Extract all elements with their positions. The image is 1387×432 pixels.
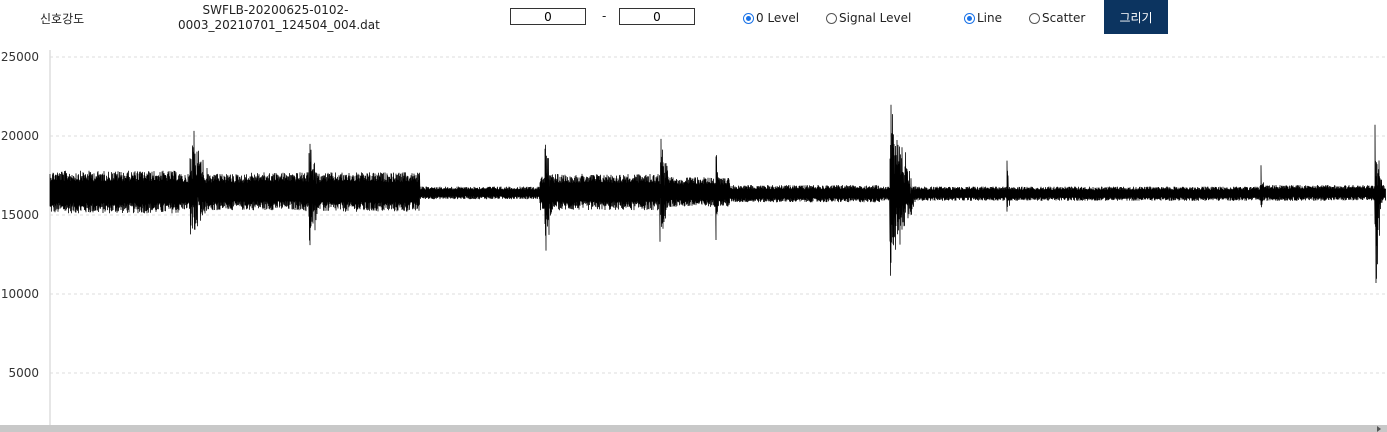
- radio-zero-level[interactable]: 0 Level: [743, 11, 799, 25]
- radio-line[interactable]: Line: [964, 11, 1002, 25]
- draw-button[interactable]: 그리기: [1104, 0, 1168, 34]
- signal-chart: 25000 20000 15000 10000 5000: [1, 50, 1386, 425]
- range-separator: -: [602, 9, 607, 23]
- y-tick-label: 25000: [1, 50, 39, 64]
- y-tick-label: 15000: [1, 208, 39, 222]
- radio-signal-level-label: Signal Level: [839, 11, 912, 25]
- radio-selected-icon: [743, 12, 754, 24]
- radio-selected-icon: [964, 12, 975, 24]
- y-tick-label: 10000: [1, 287, 39, 301]
- file-name-line-2: 0003_20210701_124504_004.dat: [178, 18, 380, 32]
- radio-unselected-icon: [826, 12, 837, 24]
- y-tick-label: 20000: [1, 129, 39, 143]
- radio-unselected-icon: [1029, 12, 1040, 24]
- file-name-line-1: SWFLB-20200625-0102-: [202, 3, 349, 17]
- radio-scatter-label: Scatter: [1042, 11, 1086, 25]
- range-end-input[interactable]: [619, 8, 695, 25]
- radio-signal-level[interactable]: Signal Level: [826, 11, 911, 25]
- file-name: SWFLB-20200625-0102- 0003_20210701_12450…: [178, 3, 380, 33]
- y-tick-label: 5000: [8, 366, 39, 380]
- range-start-input[interactable]: [510, 8, 586, 25]
- radio-line-label: Line: [977, 11, 1003, 25]
- horizontal-scrollbar[interactable]: [0, 425, 1387, 432]
- chart-title-label: 신호강도: [40, 12, 85, 26]
- signal-series-line: [49, 104, 1386, 284]
- scroll-right-arrow-icon[interactable]: [1377, 426, 1381, 432]
- toolbar: 신호강도 SWFLB-20200625-0102- 0003_20210701_…: [0, 0, 1387, 40]
- radio-zero-level-label: 0 Level: [756, 11, 800, 25]
- radio-scatter[interactable]: Scatter: [1029, 11, 1085, 25]
